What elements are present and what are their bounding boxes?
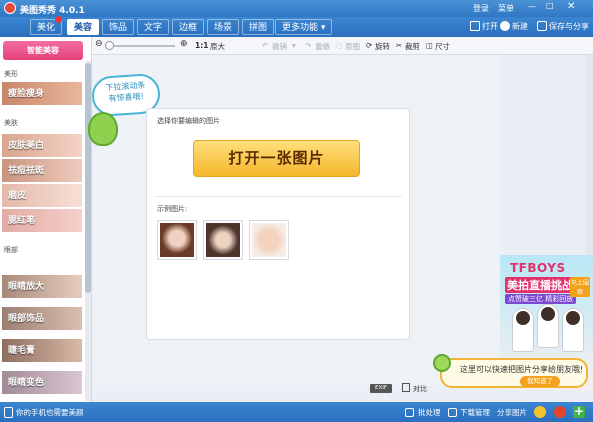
sidebar-scroll-thumb[interactable] [85,63,91,293]
zoom-slider-handle[interactable] [105,41,114,50]
undo-icon: ↶ [262,41,269,50]
size-button[interactable]: 尺寸 [435,41,450,52]
tab-frames[interactable]: 边框 [172,19,205,35]
zoom-slider-track[interactable] [109,45,175,47]
got-it-button[interactable]: 我知道了 [520,376,560,387]
weibo-icon[interactable] [554,406,566,418]
pick-image-label: 选择你要编辑的图片 [157,117,220,125]
redo-button[interactable]: 重做 [315,41,330,52]
exif-button[interactable]: EXIF [370,384,392,393]
promo-title: TFBOYS [510,261,566,275]
tab-text[interactable]: 文字 [137,19,170,35]
sidebar-item-mascara[interactable]: 睫毛膏 [2,339,82,363]
original-image-icon: ◌ [336,41,343,50]
sample-image-woman[interactable] [203,220,243,260]
maximize-icon[interactable]: □ [546,1,554,10]
tab-more-label: 更多功能 [282,23,319,33]
zoom-in-icon[interactable]: ⊕ [180,39,188,49]
canvas-scrollbar[interactable] [585,55,593,255]
section-shape-title: 美形 [4,70,18,78]
tab-more-features[interactable]: 更多功能 ▾ [275,19,333,35]
new-button[interactable]: 新建 [512,21,528,32]
folder-icon [470,21,480,31]
sidebar-item-acne-removal[interactable]: 祛痘祛斑 [2,159,82,183]
panel-divider [155,196,402,197]
tab-accessories[interactable]: 饰品 [102,19,135,35]
close-icon[interactable]: ✕ [567,1,575,12]
sidebar-item-eye-enlarge[interactable]: 眼睛放大 [2,275,82,299]
compare-icon [402,383,410,392]
download-icon [448,408,457,417]
compare-button[interactable]: 对比 [413,384,427,394]
batch-icon [405,408,414,417]
minimize-icon[interactable]: — [528,2,536,11]
crop-button[interactable]: 裁剪 [405,41,420,52]
rotate-icon: ⟳ [366,41,373,50]
menu-button[interactable]: 菜单 [498,3,514,14]
promo-person-3 [562,308,584,352]
share-tip-text: 这里可以快速把图片分享给朋友哦! [460,365,584,374]
promo-person-2 [537,304,559,348]
beauty-sidebar: 智能美容 美形 瘦脸瘦身 美肤 皮肤美白 祛痘祛斑 磨皮 腮红笔 眼部 眼睛放大… [0,37,92,402]
status-bar: 你的手机也需要美颜 批处理 下载管理 分享图片 + [0,402,593,422]
sidebar-item-skin-smoothing[interactable]: 磨皮 [2,184,82,208]
title-bar: 美图秀秀 4.0.1 登录 菜单 — □ ✕ [0,0,593,17]
share-image-button[interactable]: 分享图片 [497,407,527,418]
phone-promo-link[interactable]: 你的手机也需要美颜 [16,407,84,418]
promo-badge: 马上围观 [570,277,590,297]
login-link[interactable]: 登录 [473,3,489,14]
sidebar-item-slim-face[interactable]: 瘦脸瘦身 [2,82,82,106]
tab-scenes[interactable]: 场景 [207,19,240,35]
original-image-button[interactable]: 原图 [345,41,360,52]
promo-line: 点赞破三亿 精彩回放 [505,294,577,304]
star-icon[interactable] [534,406,546,418]
sidebar-item-blush[interactable]: 腮红笔 [2,209,82,233]
sidebar-item-eye-decor[interactable]: 眼部饰品 [2,307,82,331]
sidebar-item-skin-whitening[interactable]: 皮肤美白 [2,134,82,158]
app-logo-icon [4,2,16,14]
open-image-button[interactable]: 打开一张图片 [193,140,360,177]
sample-image-baby[interactable] [249,220,289,260]
resize-icon: ◫ [426,41,434,50]
crop-icon: ✂ [396,41,403,50]
mascot-hint-text: 下拉滚动条 有惊喜哦! [105,80,146,104]
tab-collage[interactable]: 拼图 [242,19,275,35]
zoom-ratio[interactable]: 1:1 [195,41,208,50]
undo-dropdown-icon[interactable]: ▾ [292,41,296,50]
add-icon[interactable]: + [573,405,585,418]
tab-beauty[interactable]: 美容 [67,19,100,35]
save-share-button[interactable]: 保存与分享 [549,21,589,32]
redo-icon: ↷ [305,41,312,50]
promo-person-1 [512,308,534,352]
new-badge-dot [55,16,62,23]
section-skin-title: 美肤 [4,119,18,127]
smart-beauty-button[interactable]: 智能美容 [3,41,83,60]
batch-process-button[interactable]: 批处理 [418,407,441,418]
sample-image-girl[interactable] [157,220,197,260]
sidebar-item-eye-color[interactable]: 眼睛变色 [2,371,82,395]
undo-button[interactable]: 撤销 [272,41,287,52]
edit-toolbar: ⊖ ⊕ 1:1 原大 ↶ 撤销 ▾ ↷ 重做 ◌ 原图 ⟳ 旋转 ✂ 裁剪 ◫ … [92,37,593,55]
mascot-icon [88,112,118,146]
plus-circle-icon [500,21,510,31]
save-icon [537,21,547,31]
phone-icon [4,407,13,418]
section-eyes-title: 眼部 [4,246,18,254]
original-size-button[interactable]: 原大 [210,41,225,52]
open-button[interactable]: 打开 [482,21,498,32]
app-window: 美图秀秀 4.0.1 登录 菜单 — □ ✕ 美化 美容 饰品 文字 边框 场景… [0,0,593,422]
download-manager-button[interactable]: 下载管理 [460,407,490,418]
sample-images-label: 示例图片: [157,205,188,213]
share-tip-bubble: 这里可以快速把图片分享给朋友哦! [440,358,588,388]
rotate-button[interactable]: 旋转 [375,41,390,52]
app-title: 美图秀秀 4.0.1 [20,6,85,16]
main-tab-bar: 美化 美容 饰品 文字 边框 场景 拼图 更多功能 ▾ 打开 新建 保存与分享 [0,16,593,37]
promo-subtitle: 美拍直播挑战 [505,277,575,293]
zoom-out-icon[interactable]: ⊖ [95,39,103,49]
tip-mascot-icon [433,354,451,372]
